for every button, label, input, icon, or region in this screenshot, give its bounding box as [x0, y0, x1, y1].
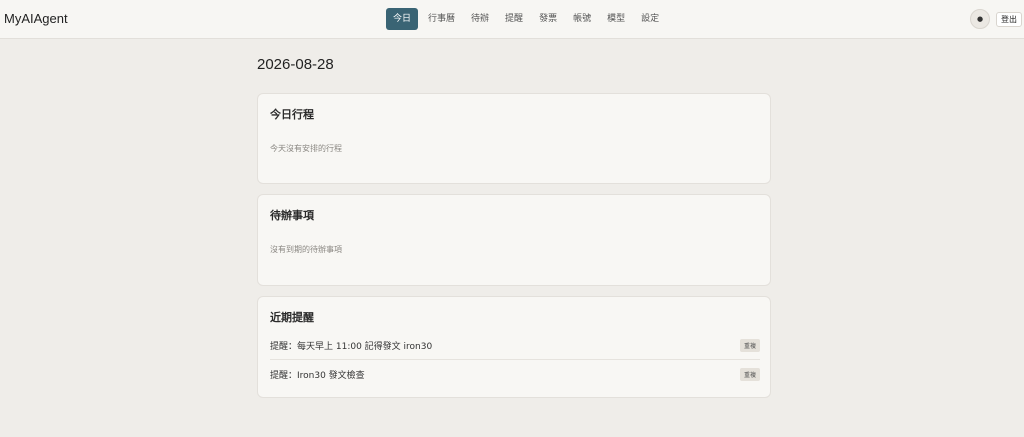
nav-item-reminders[interactable]: 提醒 [499, 8, 529, 30]
theme-toggle-button[interactable]: ● [970, 9, 990, 29]
reminder-text: 提醒：每天早上 11:00 記得發文 iron30 [270, 341, 433, 352]
main-nav: 今日 行事曆 待辦 提醒 發票 帳號 模型 設定 [386, 8, 669, 30]
nav-item-settings[interactable]: 設定 [635, 8, 665, 30]
nav-item-todos[interactable]: 待辦 [465, 8, 495, 30]
nav-item-invoices[interactable]: 發票 [533, 8, 563, 30]
schedule-empty-text: 今天沒有安排的行程 [270, 144, 342, 153]
reminders-card-title: 近期提醒 [270, 311, 314, 324]
repeat-badge: 重複 [739, 338, 760, 352]
nav-item-accounts[interactable]: 帳號 [567, 8, 597, 30]
page-title-date: 2026-08-28 [257, 56, 334, 73]
nav-item-today[interactable]: 今日 [386, 8, 419, 30]
logout-button[interactable]: 登出 [996, 12, 1022, 27]
reminder-text: 提醒：Iron30 發文檢查 [270, 370, 365, 381]
nav-item-calendar[interactable]: 行事曆 [422, 8, 461, 30]
list-item[interactable]: 提醒：每天早上 11:00 記得發文 iron30 重複 [270, 332, 760, 358]
reminders-card: 近期提醒 提醒：每天早上 11:00 記得發文 iron30 重複 提醒：Iro… [257, 296, 771, 398]
repeat-badge: 重複 [739, 367, 760, 381]
dot-icon: ● [976, 15, 984, 23]
top-navbar: MyAIAgent 今日 行事曆 待辦 提醒 發票 帳號 模型 設定 ● 登出 [0, 0, 1024, 39]
schedule-card-title: 今日行程 [270, 108, 314, 121]
nav-item-models[interactable]: 模型 [601, 8, 631, 30]
divider [270, 359, 760, 360]
list-item[interactable]: 提醒：Iron30 發文檢查 重複 [270, 361, 760, 387]
todos-empty-text: 沒有到期的待辦事項 [270, 245, 342, 254]
app-brand[interactable]: MyAIAgent [4, 11, 68, 26]
todos-card: 待辦事項 沒有到期的待辦事項 [257, 194, 771, 286]
schedule-card: 今日行程 今天沒有安排的行程 [257, 93, 771, 184]
todos-card-title: 待辦事項 [270, 209, 314, 222]
